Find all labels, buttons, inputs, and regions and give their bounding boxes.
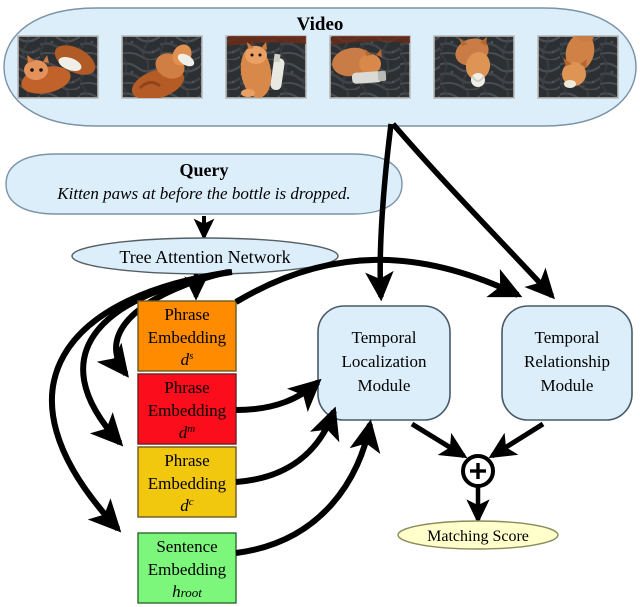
temporal-relationship-line2: Relationship (524, 352, 610, 371)
temporal-localization-line2: Localization (342, 352, 427, 371)
video-panel: Video (3, 7, 637, 127)
phrase-embedding-s-line1: Phrase (164, 305, 209, 324)
temporal-relationship-module-box: Temporal Relationship Module (501, 305, 633, 421)
phrase-embedding-c-line1: Phrase (164, 451, 209, 470)
query-title: Query (180, 160, 229, 180)
temporal-localization-module-box: Temporal Localization Module (317, 305, 451, 421)
phrase-embedding-c-line2: Embedding (148, 474, 227, 493)
sentence-embedding-line2: Embedding (148, 560, 227, 579)
matching-score-node: Matching Score (397, 520, 559, 550)
phrase-embedding-s-line2: Embedding (148, 328, 227, 347)
phrase-embedding-m-line2: Embedding (148, 401, 227, 420)
video-frame-5 (433, 35, 515, 99)
phrase-embedding-c-box: Phrase Embedding dc (137, 446, 237, 518)
arrow-phrase-c-to-localization (235, 406, 340, 485)
video-frame-1 (17, 35, 99, 99)
temporal-localization-line1: Temporal (352, 328, 417, 347)
tree-attention-network: Tree Attention Network (71, 237, 339, 275)
query-panel: Query Kitten paws at before the bottle i… (5, 153, 403, 215)
arrow-video-to-relationship (390, 122, 555, 300)
video-frame-4 (329, 35, 411, 99)
video-title: Video (297, 14, 344, 35)
query-text: Kitten paws at before the bottle is drop… (56, 184, 350, 203)
architecture-diagram: Video Query Kitten paws at before the bo… (0, 0, 640, 607)
phrase-embedding-s-box: Phrase Embedding ds (137, 300, 237, 372)
temporal-relationship-line1: Temporal (535, 328, 600, 347)
tree-attention-label: Tree Attention Network (119, 247, 290, 267)
sentence-embedding-box: Sentence Embedding hroot (137, 532, 237, 604)
phrase-embedding-m-box: Phrase Embedding dm (137, 373, 237, 445)
video-frame-6 (537, 35, 619, 99)
arrow-sentence-to-localization (235, 419, 381, 556)
arrow-phrase-m-to-localization (235, 378, 322, 413)
sentence-embedding-symbol: hroot (172, 582, 202, 601)
arrow-video-to-localization (365, 123, 394, 302)
video-frame-2 (121, 35, 203, 99)
arrow-localization-to-sum (410, 421, 468, 459)
phrase-embedding-m-line1: Phrase (164, 378, 209, 397)
temporal-relationship-line3: Module (541, 376, 594, 395)
sentence-embedding-line1: Sentence (156, 537, 217, 556)
sum-operator-node (461, 454, 495, 488)
temporal-localization-line3: Module (358, 376, 411, 395)
video-frame-3 (225, 35, 307, 99)
arrow-relationship-to-sum (488, 421, 545, 459)
matching-score-label: Matching Score (427, 528, 529, 545)
